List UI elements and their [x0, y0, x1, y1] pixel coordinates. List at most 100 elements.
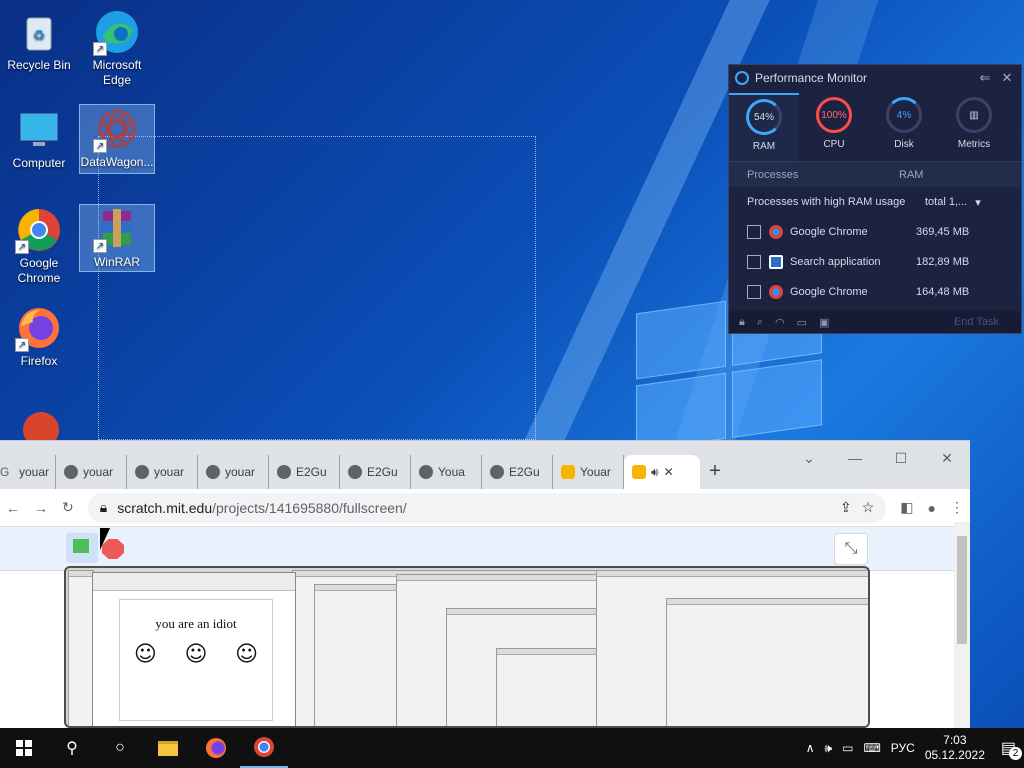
exit-fullscreen-button[interactable]: ⤡	[834, 533, 868, 565]
desktop-icon-winrar[interactable]: ↗ WinRAR	[79, 204, 155, 272]
perf-title: Performance Monitor	[755, 71, 868, 85]
chrome-icon	[769, 225, 783, 239]
profile-avatar-icon[interactable]: ●	[928, 500, 936, 516]
keyboard-icon[interactable]: ⌨	[863, 741, 880, 755]
gauge-metrics[interactable]: ▥ Metrics	[939, 93, 1009, 161]
browser-tab[interactable]: E2Gu	[269, 455, 340, 489]
tab-search-icon[interactable]: ⌄	[786, 445, 832, 471]
column-ram[interactable]: RAM	[899, 169, 923, 181]
desktop-icon-label: Firefox	[20, 354, 58, 368]
menu-kebab-icon[interactable]: ⋮	[950, 499, 964, 516]
process-row[interactable]: Search application 182,89 MB	[729, 247, 1021, 277]
browser-tab[interactable]: E2Gu	[482, 455, 553, 489]
chevron-down-icon[interactable]: ▾	[975, 196, 981, 209]
shortcut-arrow-icon: ↗	[93, 239, 107, 253]
gauge-ram[interactable]: 54% RAM	[729, 93, 799, 161]
tab-title: E2Gu	[367, 465, 398, 479]
scratch-stage[interactable]: you are an idiot ☺ ☺ ☺	[64, 566, 870, 728]
desktop-icon-label: DataWagon...	[80, 155, 154, 169]
speaker-icon[interactable]: 🔊︎	[651, 465, 659, 480]
idiot-popup-window: you are an idiot ☺ ☺ ☺	[92, 572, 296, 726]
chevron-up-icon[interactable]: ∧	[806, 741, 815, 755]
back-icon[interactable]: ←	[6, 500, 20, 516]
google-icon: G	[0, 465, 10, 479]
process-name: Google Chrome	[790, 286, 868, 298]
process-name: Search application	[790, 256, 881, 268]
gauge-disk[interactable]: 4% Disk	[869, 93, 939, 161]
browser-tab[interactable]: youar	[56, 455, 127, 489]
forward-icon[interactable]: →	[34, 500, 48, 516]
scrollbar-thumb[interactable]	[957, 536, 967, 644]
speed-icon[interactable]: ◠	[775, 316, 785, 329]
clock[interactable]: 7:03 05.12.2022	[925, 733, 985, 763]
back-icon[interactable]: ⇐	[977, 70, 993, 86]
process-name: Google Chrome	[790, 226, 868, 238]
window-icon[interactable]: ▭	[797, 316, 807, 329]
desktop-icon-edge[interactable]: ↗ Microsoft Edge	[79, 8, 155, 88]
idiot-text: you are an idiot	[155, 616, 237, 631]
browser-toolbar: ← → ↻ 🔒︎ scratch.mit.edu/projects/141695…	[0, 489, 970, 527]
browser-tab[interactable]: Youar	[553, 455, 624, 489]
smiley-faces: ☺ ☺ ☺	[120, 642, 272, 667]
notifications-icon[interactable]: ▤ 2	[1001, 738, 1022, 760]
maximize-button[interactable]: ☐	[878, 445, 924, 471]
row-checkbox[interactable]	[747, 255, 761, 269]
tab-title: youar	[225, 465, 256, 479]
process-row[interactable]: Google Chrome 369,45 MB	[729, 217, 1021, 247]
close-tab-icon[interactable]: ✕	[664, 465, 674, 479]
address-bar[interactable]: 🔒︎ scratch.mit.edu/projects/141695880/fu…	[87, 492, 887, 523]
share-icon[interactable]: ⇪	[840, 499, 852, 516]
desktop-icon-recycle-bin[interactable]: ♻ Recycle Bin	[1, 8, 77, 73]
browser-tab-active[interactable]: 🔊︎ ✕	[624, 455, 700, 489]
globe-icon	[419, 465, 433, 479]
new-tab-button[interactable]: +	[700, 455, 730, 489]
close-icon[interactable]: ✕	[999, 70, 1015, 86]
process-filter[interactable]: Processes with high RAM usage total 1,..…	[729, 187, 1021, 217]
firefox-taskbar-icon[interactable]	[192, 728, 240, 768]
perf-bottom-bar: 🔒︎ ⌕ ◠ ▭ ▣ End Task	[729, 311, 1021, 333]
tab-title: youar	[19, 465, 50, 479]
file-explorer-icon[interactable]	[144, 728, 192, 768]
gauge-label: CPU	[823, 139, 845, 150]
bookmark-star-icon[interactable]: ☆	[862, 499, 875, 516]
search-icon[interactable]: ⚲	[48, 728, 96, 768]
chrome-icon: ↗	[15, 206, 63, 254]
desktop-icon-computer[interactable]: Computer	[1, 106, 77, 171]
desktop-icon-datawagon[interactable]: ↗ DataWagon...	[79, 104, 155, 174]
desktop-icon-label: WinRAR	[93, 255, 140, 269]
firefox-icon: ↗	[15, 304, 63, 352]
close-window-button[interactable]: ✕	[924, 445, 970, 471]
screenshot-icon[interactable]: ▣	[819, 316, 829, 329]
search-icon[interactable]: ⌕	[757, 316, 763, 329]
svg-text:♻: ♻	[33, 27, 46, 43]
task-view-icon[interactable]: ○	[96, 728, 144, 768]
lock-icon[interactable]: 🔒︎	[739, 316, 745, 329]
volume-icon[interactable]: 🕪︎	[825, 741, 833, 756]
language-indicator[interactable]: РУС	[891, 741, 915, 755]
column-processes[interactable]: Processes	[729, 169, 899, 181]
process-row[interactable]: Google Chrome 164,48 MB	[729, 277, 1021, 307]
side-panel-icon[interactable]: ◧	[900, 499, 913, 516]
chrome-taskbar-icon[interactable]	[240, 728, 288, 768]
desktop-icon-firefox[interactable]: ↗ Firefox	[1, 304, 77, 369]
network-icon[interactable]: ▭	[842, 741, 853, 755]
row-checkbox[interactable]	[747, 285, 761, 299]
browser-tab[interactable]: youar	[198, 455, 269, 489]
browser-tab[interactable]: Youa	[411, 455, 482, 489]
desktop-icon-chrome[interactable]: ↗ Google Chrome	[1, 206, 77, 286]
filter-label: Processes with high RAM usage	[747, 196, 906, 208]
url-domain: scratch.mit.edu	[117, 499, 213, 516]
browser-tab[interactable]: youar	[127, 455, 198, 489]
vertical-scrollbar[interactable]	[954, 522, 970, 728]
browser-tab[interactable]: E2Gu	[340, 455, 411, 489]
desktop-icon-label: Recycle Bin	[7, 58, 71, 72]
reload-icon[interactable]: ↻	[62, 499, 74, 516]
start-button[interactable]	[0, 728, 48, 768]
green-flag-button[interactable]	[66, 533, 98, 563]
row-checkbox[interactable]	[747, 225, 761, 239]
browser-tab[interactable]: Gyouar	[0, 455, 56, 489]
gauge-cpu[interactable]: 100% CPU	[799, 93, 869, 161]
end-task-button[interactable]: End Task	[954, 316, 999, 328]
globe-icon	[277, 465, 291, 479]
minimize-button[interactable]: —	[832, 445, 878, 471]
